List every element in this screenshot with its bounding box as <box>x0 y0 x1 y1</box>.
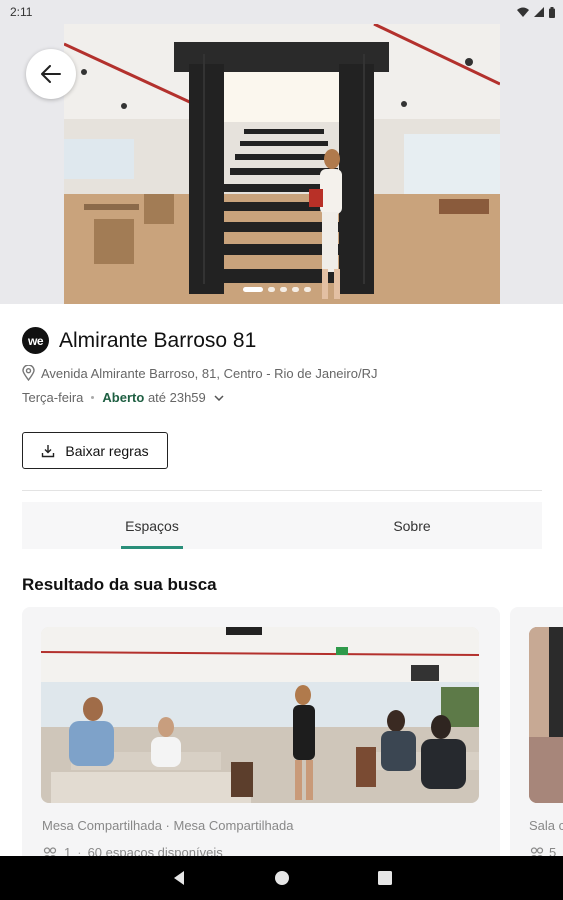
space-card[interactable]: Sala c 5 <box>510 607 563 867</box>
download-icon <box>42 444 55 457</box>
location-pin-icon <box>22 365 35 381</box>
address-row: Avenida Almirante Barroso, 81, Centro - … <box>22 365 377 381</box>
weekday-text: Terça-feira <box>22 390 84 405</box>
carousel-dot[interactable] <box>292 287 299 292</box>
signal-icon <box>534 7 544 17</box>
status-icons <box>517 6 555 18</box>
tab-label: Sobre <box>393 517 431 534</box>
carousel-dot[interactable] <box>268 287 275 292</box>
nav-recents-icon[interactable] <box>377 871 392 885</box>
download-rules-label: Baixar regras <box>65 442 149 459</box>
space-card[interactable]: Mesa Compartilhada · Mesa Compartilhada … <box>22 607 500 867</box>
back-button[interactable] <box>26 49 76 99</box>
download-rules-button[interactable]: Baixar regras <box>22 432 168 469</box>
open-status: Aberto <box>102 390 145 405</box>
carousel-indicator <box>243 287 311 292</box>
space-photo <box>41 627 479 803</box>
back-arrow-icon <box>41 65 61 83</box>
nav-home-icon[interactable] <box>274 870 290 886</box>
tab-label: Espaços <box>125 517 179 534</box>
space-photo <box>529 627 563 803</box>
results-heading: Resultado da sua busca <box>22 575 217 594</box>
battery-icon <box>549 6 555 18</box>
carousel-dot[interactable] <box>243 287 263 292</box>
tab-bar: Espaços Sobre <box>22 502 542 549</box>
address-text: Avenida Almirante Barroso, 81, Centro - … <box>41 365 378 381</box>
divider <box>22 490 542 491</box>
tab-sobre[interactable]: Sobre <box>282 502 542 549</box>
carousel-dot[interactable] <box>304 287 311 292</box>
chevron-down-icon[interactable] <box>214 394 224 401</box>
wifi-icon <box>517 7 529 17</box>
separator-dot <box>91 396 95 399</box>
nav-back-icon[interactable] <box>172 870 186 886</box>
space-subtitle: Sala c <box>529 818 563 833</box>
carousel-dot[interactable] <box>280 287 287 292</box>
hero-photo[interactable] <box>64 24 500 304</box>
status-bar: 2:11 <box>0 0 563 24</box>
location-header: we Almirante Barroso 81 <box>22 327 256 354</box>
status-time: 2:11 <box>10 5 33 19</box>
space-subtitle: Mesa Compartilhada · Mesa Compartilhada <box>42 818 294 833</box>
location-title: Almirante Barroso 81 <box>59 328 257 352</box>
brand-logo: we <box>22 327 49 354</box>
open-until: até 23h59 <box>147 390 206 405</box>
system-nav-bar <box>0 856 563 900</box>
hours-row[interactable]: Terça-feira Aberto até 23h59 <box>22 390 224 405</box>
tab-espacos[interactable]: Espaços <box>22 502 282 549</box>
